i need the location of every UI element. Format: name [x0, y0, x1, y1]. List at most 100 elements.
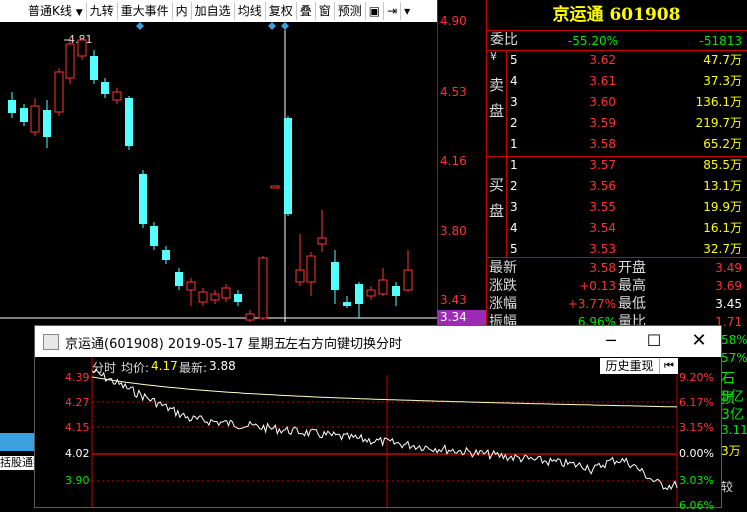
buy-price[interactable]: 3.57	[566, 156, 616, 175]
pin-icon[interactable]: ▣	[366, 2, 385, 20]
weibi-label: 委比	[490, 32, 518, 48]
intraday-chart-area[interactable]: 分时 均价: 4.17 最新: 3.88 历史重现 ⏮ 4.39 4.27 4.…	[35, 357, 721, 512]
popup-title: 京运通(601908) 2019-05-17 星期五	[65, 337, 287, 352]
event-marker-icon[interactable]	[268, 22, 276, 30]
stat-value: +3.77%	[567, 297, 616, 311]
stat-value-bold: 3.45	[715, 297, 742, 311]
candle	[8, 100, 16, 113]
average-price-line	[91, 376, 678, 408]
close-button[interactable]: ✕	[686, 328, 712, 354]
bg-fragment: 5亿	[721, 389, 744, 405]
candle	[378, 279, 388, 295]
toolbar-item-ma[interactable]: 均线	[235, 2, 266, 20]
stat-label: 最新	[489, 260, 517, 276]
sell-price[interactable]: 3.61	[566, 72, 616, 91]
candle	[162, 250, 170, 260]
event-marker-icon[interactable]	[281, 22, 289, 30]
stat-label: 最高	[618, 278, 646, 294]
pct-axis-label: 3.03%	[679, 474, 714, 487]
pct-axis-label: 9.20%	[679, 371, 714, 384]
stat-label: 涨幅	[489, 296, 517, 312]
candle	[101, 82, 109, 94]
stock-title: 京运通 601908	[552, 5, 681, 25]
price-axis-label: 4.39	[65, 371, 90, 384]
menu-down-icon[interactable]: ▾	[401, 2, 413, 20]
sell-price[interactable]: 3.62	[566, 51, 616, 70]
y-axis-label: 4.53	[440, 85, 467, 99]
candle	[175, 272, 183, 286]
sell-price[interactable]: 3.60	[566, 93, 616, 112]
buy-volume: 85.5万	[703, 158, 742, 172]
volume-bars	[0, 433, 34, 451]
sell-level: 3	[510, 95, 518, 109]
sell-price[interactable]: 3.59	[566, 114, 616, 133]
sell-level: 5	[510, 53, 518, 67]
candle	[30, 105, 40, 133]
sell-volume: 65.2万	[703, 137, 742, 151]
price-line	[91, 368, 678, 491]
kline-type-label: 普通K线	[28, 4, 72, 18]
buy-price[interactable]: 3.55	[566, 198, 616, 217]
toolbar-item-overlay[interactable]: 叠	[297, 2, 316, 20]
toolbar-item-major-events[interactable]: 重大事件	[118, 2, 173, 20]
stat-label: 开盘	[618, 260, 646, 276]
candle	[210, 293, 220, 301]
toolbar-item-adjust[interactable]: 复权	[266, 2, 297, 20]
buy-volume: 16.1万	[703, 221, 742, 235]
sell-level: 1	[510, 137, 518, 151]
candle	[234, 294, 242, 302]
sell-level: 4	[510, 74, 518, 88]
price-axis-label: 4.27	[65, 396, 90, 409]
price-axis-label: 4.02	[65, 447, 90, 460]
stat-value: 3.49	[715, 261, 742, 275]
jump-right-icon[interactable]: ⇥	[384, 2, 402, 20]
sell-volume: 219.7万	[695, 116, 742, 130]
pct-axis-label: 0.00%	[679, 447, 714, 460]
candle	[355, 284, 363, 304]
price-axis-label: 3.90	[65, 474, 90, 487]
candle	[284, 118, 292, 214]
candle	[90, 56, 98, 80]
event-marker-icon[interactable]	[136, 22, 144, 30]
bg-fragment: 3.11	[721, 423, 747, 437]
buy-level: 2	[510, 179, 518, 193]
chevron-down-icon: ▼	[75, 8, 83, 18]
chart-toolbar: 普通K线 ▼ 九转 重大事件 内 加自选 均线 复权 叠 窗 预测 ▣ ⇥ ▾	[0, 0, 437, 22]
candle	[198, 291, 208, 303]
sell-price[interactable]: 3.58	[566, 135, 616, 154]
kline-chart[interactable]: 4.81	[0, 22, 437, 322]
stat-value: +0.13	[579, 279, 616, 293]
candle	[65, 43, 75, 79]
stat-value: 3.69	[715, 279, 742, 293]
toolbar-item-add-watchlist[interactable]: 加自选	[192, 2, 235, 20]
hk-connect-label: 括股通持	[0, 456, 34, 470]
toolbar-item-jiuzhuan[interactable]: 九转	[87, 2, 118, 20]
candle	[317, 237, 327, 245]
toolbar-item-kline-type[interactable]: 普通K线 ▼	[0, 2, 87, 20]
popup-titlebar[interactable]: 京运通(601908) 2019-05-17 星期五 左右方向键切换分时 ─ ☐…	[35, 326, 721, 357]
buy-price[interactable]: 3.54	[566, 219, 616, 238]
y-axis-label: 4.90	[440, 14, 467, 28]
yen-icon: ¥	[490, 50, 497, 63]
minimize-button[interactable]: ─	[598, 328, 624, 354]
maximize-button[interactable]: ☐	[641, 328, 667, 354]
divider	[506, 51, 507, 158]
bg-fragment: 57%	[721, 351, 747, 365]
pct-axis-label: 6.17%	[679, 396, 714, 409]
buy-level: 4	[510, 221, 518, 235]
candle	[20, 108, 28, 122]
candle	[77, 39, 87, 57]
candle	[343, 302, 351, 306]
candle	[139, 174, 147, 224]
intraday-popup-window[interactable]: 京运通(601908) 2019-05-17 星期五 左右方向键切换分时 ─ ☐…	[34, 325, 722, 512]
bg-fragment: 较	[721, 480, 734, 494]
candle	[392, 286, 400, 296]
toolbar-item-forecast[interactable]: 预测	[335, 2, 366, 20]
toolbar-item-window[interactable]: 窗	[316, 2, 335, 20]
toolbar-item-nei[interactable]: 内	[173, 2, 192, 20]
candle	[43, 110, 51, 137]
buy-volume: 13.1万	[703, 179, 742, 193]
candle	[258, 257, 268, 319]
buy-price[interactable]: 3.56	[566, 177, 616, 196]
sell-volume: 47.7万	[703, 53, 742, 67]
